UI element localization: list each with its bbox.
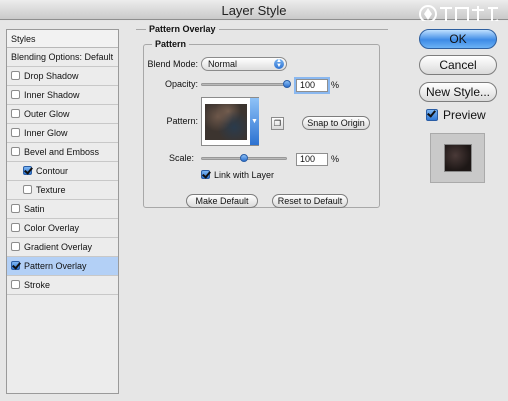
pattern-swatch <box>205 104 247 140</box>
new-preset-icon[interactable]: ❐ <box>271 117 284 130</box>
ok-button[interactable]: OK <box>419 29 497 49</box>
drop-shadow-checkbox[interactable] <box>11 71 20 80</box>
blending-options-item[interactable]: Blending Options: Default <box>7 48 118 67</box>
style-item-label: Color Overlay <box>24 223 80 233</box>
style-item-label: Stroke <box>24 280 51 290</box>
link-with-layer-row[interactable]: Link with Layer <box>201 170 274 180</box>
opacity-unit: % <box>331 80 340 90</box>
scale-label: Scale: <box>168 153 194 163</box>
preview-swatch <box>444 144 472 172</box>
style-item-label: Pattern Overlay <box>24 261 87 271</box>
preview-toggle[interactable]: Preview <box>426 108 486 124</box>
pattern-label: Pattern: <box>166 116 198 126</box>
link-with-layer-checkbox[interactable] <box>201 170 210 179</box>
cancel-button[interactable]: Cancel <box>419 55 497 75</box>
style-item-label: Bevel and Emboss <box>24 147 100 157</box>
opacity-slider-thumb[interactable] <box>283 80 291 88</box>
blend-mode-select[interactable]: Normal ▲ ▼ <box>201 57 287 71</box>
preview-checkbox[interactable] <box>426 109 438 121</box>
contour-checkbox[interactable] <box>23 166 32 175</box>
inner-glow-checkbox[interactable] <box>11 128 20 137</box>
style-item-label: Inner Glow <box>24 128 68 138</box>
pattern-picker[interactable]: ▼ <box>201 97 259 146</box>
pattern-overlay-checkbox[interactable] <box>11 261 20 270</box>
scale-unit: % <box>331 154 340 164</box>
style-item-inner-glow[interactable]: Inner Glow <box>7 124 118 143</box>
style-item-texture[interactable]: Texture <box>7 181 118 200</box>
styles-header[interactable]: Styles <box>7 30 118 48</box>
snap-to-origin-button[interactable]: Snap to Origin <box>302 116 370 130</box>
group-title: Pattern <box>152 39 190 49</box>
pattern-dropdown-arrow-icon[interactable]: ▼ <box>250 98 259 145</box>
outer-glow-checkbox[interactable] <box>11 109 20 118</box>
make-default-button[interactable]: Make Default <box>186 194 258 208</box>
opacity-slider[interactable] <box>201 83 291 86</box>
reset-to-default-button[interactable]: Reset to Default <box>272 194 348 208</box>
style-preview <box>430 133 485 183</box>
style-item-satin[interactable]: Satin <box>7 200 118 219</box>
title-bar: Layer Style <box>0 0 508 27</box>
style-item-label: Inner Shadow <box>24 90 80 100</box>
opacity-input[interactable]: 100 <box>296 79 328 92</box>
style-item-stroke[interactable]: Stroke <box>7 276 118 295</box>
link-with-layer-label: Link with Layer <box>214 170 275 180</box>
styles-list: Styles Blending Options: Default Drop Sh… <box>6 29 119 394</box>
gradient-overlay-checkbox[interactable] <box>11 242 20 251</box>
inner-shadow-checkbox[interactable] <box>11 90 20 99</box>
style-item-color-overlay[interactable]: Color Overlay <box>7 219 118 238</box>
style-item-label: Gradient Overlay <box>24 242 93 252</box>
opacity-label: Opacity: <box>164 79 198 89</box>
style-item-inner-shadow[interactable]: Inner Shadow <box>7 86 118 105</box>
style-item-outer-glow[interactable]: Outer Glow <box>7 105 118 124</box>
style-item-label: Drop Shadow <box>24 71 79 81</box>
style-item-bevel-emboss[interactable]: Bevel and Emboss <box>7 143 118 162</box>
satin-checkbox[interactable] <box>11 204 20 213</box>
section-title: Pattern Overlay <box>146 24 219 34</box>
style-item-pattern-overlay[interactable]: Pattern Overlay <box>7 257 118 276</box>
style-item-contour[interactable]: Contour <box>7 162 118 181</box>
style-item-gradient-overlay[interactable]: Gradient Overlay <box>7 238 118 257</box>
style-item-drop-shadow[interactable]: Drop Shadow <box>7 67 118 86</box>
blend-mode-value: Normal <box>208 59 238 69</box>
style-item-label: Satin <box>24 204 45 214</box>
bevel-emboss-checkbox[interactable] <box>11 147 20 156</box>
style-item-label: Texture <box>36 185 66 195</box>
new-style-button[interactable]: New Style... <box>419 82 497 102</box>
stroke-checkbox[interactable] <box>11 280 20 289</box>
select-arrows-icon: ▲ ▼ <box>274 58 284 69</box>
style-item-label: Outer Glow <box>24 109 70 119</box>
color-overlay-checkbox[interactable] <box>11 223 20 232</box>
preview-label: Preview <box>443 108 486 122</box>
style-item-label: Contour <box>36 166 69 176</box>
blend-mode-label: Blend Mode: <box>147 59 198 69</box>
texture-checkbox[interactable] <box>23 185 32 194</box>
scale-slider-thumb[interactable] <box>240 154 248 162</box>
dialog-body: Styles Blending Options: Default Drop Sh… <box>0 21 508 401</box>
scale-input[interactable]: 100 <box>296 153 328 166</box>
